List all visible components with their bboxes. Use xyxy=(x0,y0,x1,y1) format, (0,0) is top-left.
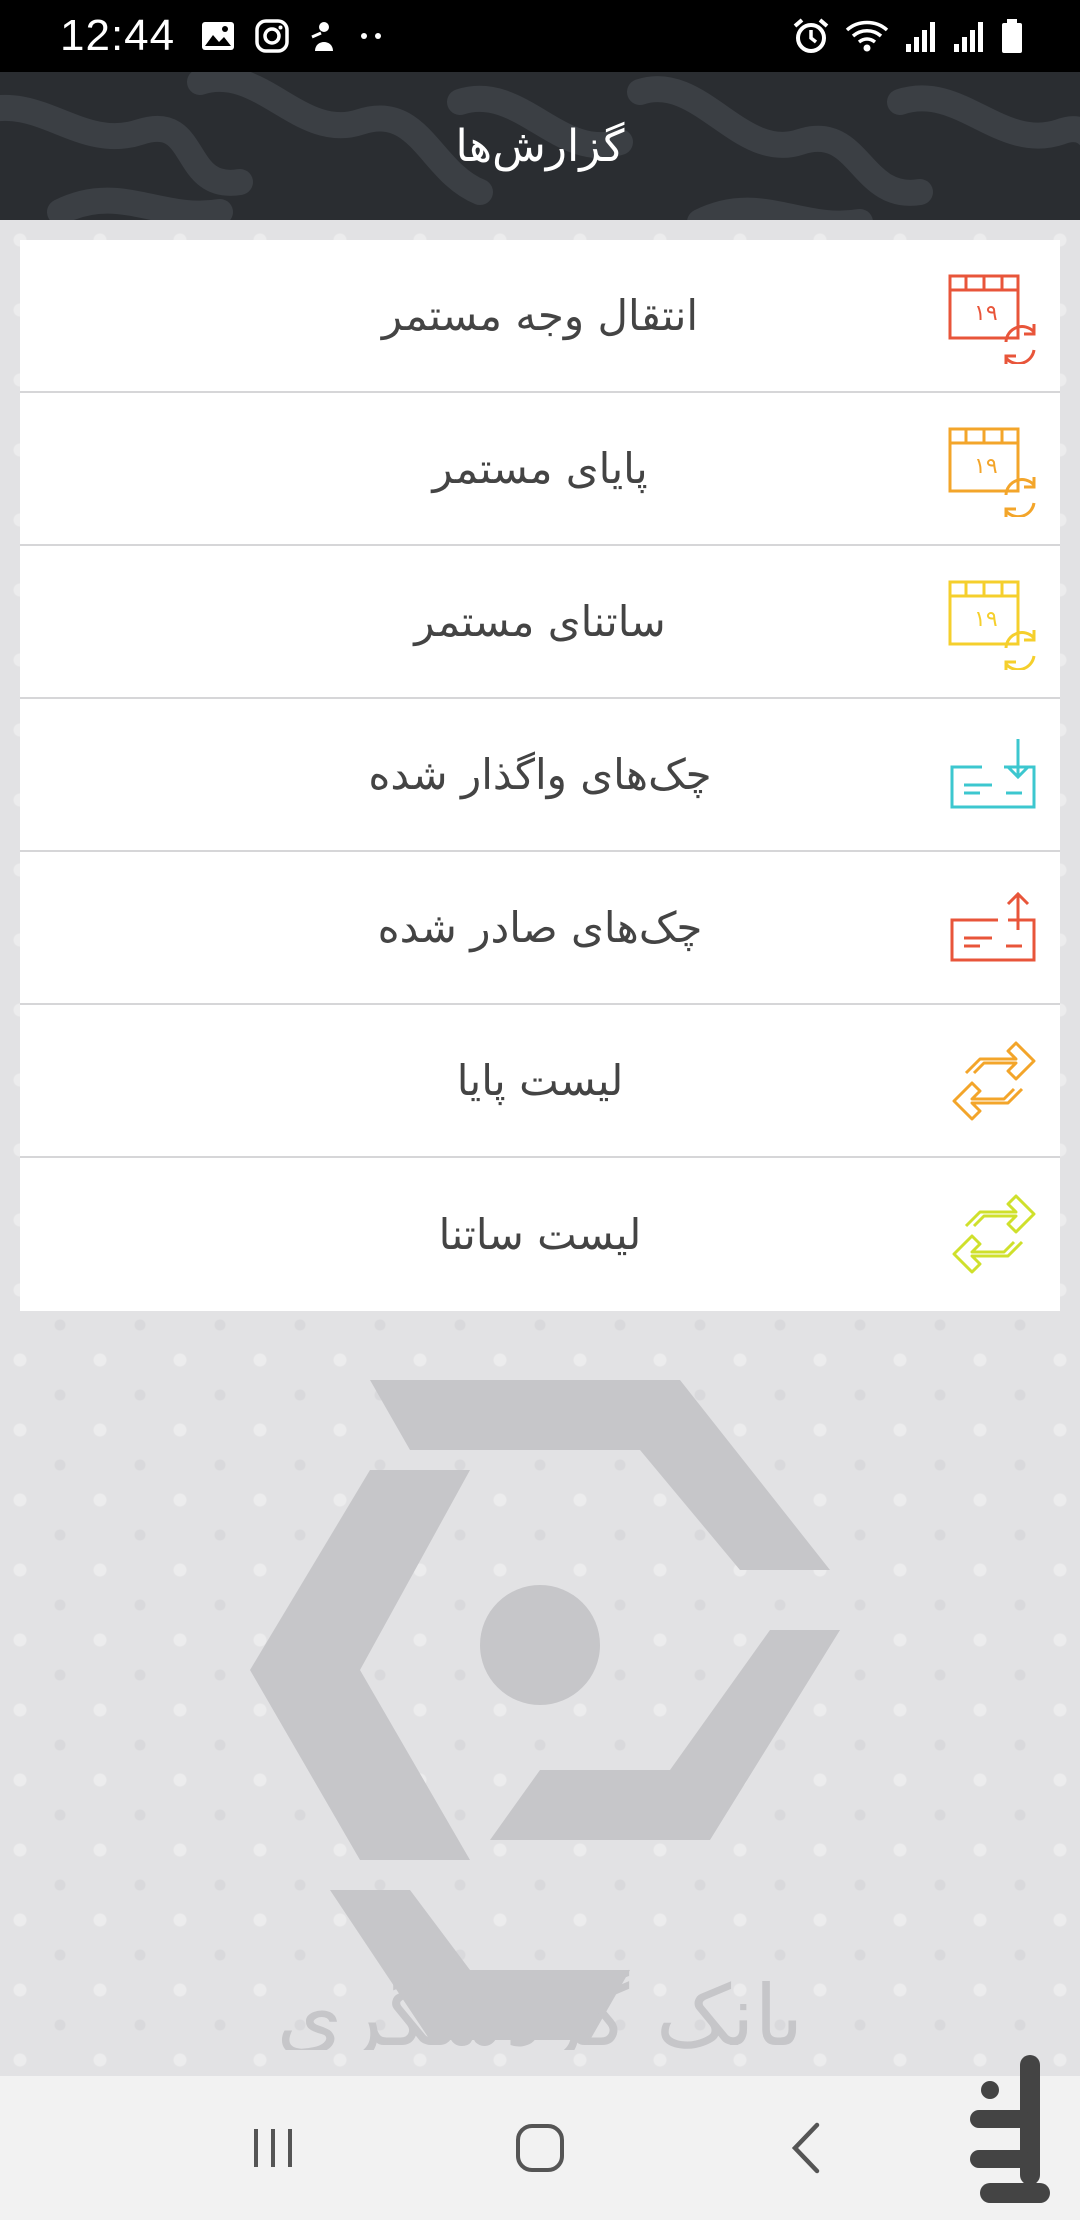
signal-2-icon xyxy=(954,22,983,52)
report-item-continuous-paya[interactable]: ۱۹ پایای مستمر xyxy=(20,393,1060,546)
alarm-icon xyxy=(793,18,829,53)
report-item-label: انتقال وجه مستمر xyxy=(381,291,699,340)
gallery-icon xyxy=(202,22,235,50)
signal-1-icon xyxy=(906,22,935,52)
report-item-label: لیست ساتنا xyxy=(438,1210,642,1259)
report-item-label: ساتنای مستمر xyxy=(414,597,666,646)
bazaar-watermark-icon xyxy=(970,2055,1050,2203)
battery-icon xyxy=(1002,19,1022,53)
bank-logo: بانک گردشگری xyxy=(250,1380,840,2050)
report-item-continuous-transfer[interactable]: ۱۹ انتقال وجه مستمر xyxy=(20,240,1060,393)
report-item-received-cheques[interactable]: چک‌های واگذار شده xyxy=(20,699,1060,852)
back-icon xyxy=(791,2122,819,2174)
system-nav-bar xyxy=(0,2076,1080,2220)
home-button[interactable] xyxy=(480,2088,600,2208)
wifi-icon xyxy=(845,20,889,52)
status-bar: 12:44 xyxy=(0,0,1080,72)
more-notifications-icon xyxy=(361,33,382,39)
report-item-label: لیست پایا xyxy=(456,1056,624,1105)
report-list: ۱۹ انتقال وجه مستمر ۱۹ پایای مستمر ۱۹ سا… xyxy=(20,240,1060,1311)
report-item-label: چک‌های صادر شده xyxy=(377,903,703,952)
status-time: 12:44 xyxy=(60,11,176,60)
instagram-icon xyxy=(255,19,289,53)
recent-apps-button[interactable] xyxy=(213,2088,333,2208)
report-item-issued-cheques[interactable]: چک‌های صادر شده xyxy=(20,852,1060,1005)
report-item-continuous-satna[interactable]: ۱۹ ساتنای مستمر xyxy=(20,546,1060,699)
app-notification-icon xyxy=(311,22,334,51)
status-notification-icons xyxy=(201,19,385,53)
app-header: گزارش‌ها xyxy=(0,72,1080,220)
report-item-paya-list[interactable]: لیست پایا xyxy=(20,1005,1060,1158)
report-item-label: چک‌های واگذار شده xyxy=(368,750,712,799)
back-button[interactable] xyxy=(747,2088,867,2208)
report-item-label: پایای مستمر xyxy=(432,444,648,493)
report-item-satna-list[interactable]: لیست ساتنا xyxy=(20,1158,1060,1311)
home-icon xyxy=(515,2124,564,2172)
recent-apps-icon xyxy=(254,2129,293,2167)
page-title: گزارش‌ها xyxy=(455,120,625,172)
bank-logo-text: بانک گردشگری xyxy=(277,1967,804,2050)
status-system-icons xyxy=(792,17,1024,55)
